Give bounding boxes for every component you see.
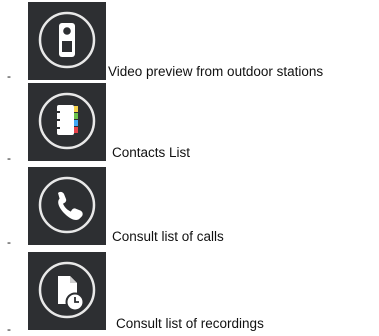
video-preview-button[interactable] xyxy=(28,2,106,80)
item-label: Consult list of recordings xyxy=(116,316,264,331)
feature-item-video-preview: - Video preview from outdoor stations xyxy=(0,0,379,82)
recording-document-clock-icon xyxy=(38,261,96,319)
list-bullet: - xyxy=(7,322,11,336)
feature-item-recordings: - Consult list of recordings xyxy=(0,250,379,335)
list-bullet: - xyxy=(7,151,11,165)
item-label: Contacts List xyxy=(112,145,191,160)
item-label: Video preview from outdoor stations xyxy=(108,64,324,79)
intercom-panel-icon xyxy=(38,11,96,69)
calls-button[interactable] xyxy=(28,167,106,245)
list-bullet: - xyxy=(7,235,11,249)
item-label: Consult list of calls xyxy=(112,229,224,244)
address-book-icon xyxy=(38,92,96,150)
contacts-button[interactable] xyxy=(28,83,106,161)
recordings-button[interactable] xyxy=(28,252,106,330)
phone-handset-icon xyxy=(38,176,96,234)
feature-item-calls: - Consult list of calls xyxy=(0,165,379,249)
feature-item-contacts: - Contacts List xyxy=(0,81,379,165)
